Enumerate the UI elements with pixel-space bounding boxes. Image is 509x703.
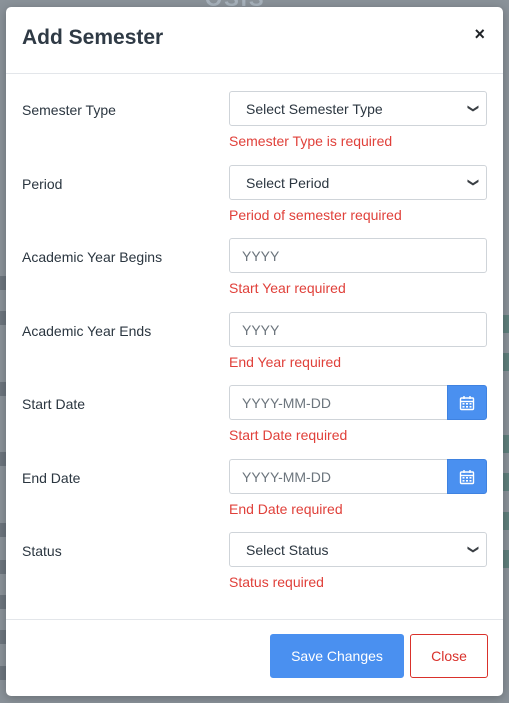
add-semester-modal: Add Semester × Semester Type Select Seme… — [6, 7, 503, 696]
status-label: Status — [22, 543, 62, 559]
academic-year-ends-placeholder: YYYY — [242, 321, 280, 338]
period-error: Period of semester required — [229, 207, 402, 223]
semester-type-error: Semester Type is required — [229, 133, 393, 149]
status-select-value: Select Status — [246, 541, 329, 558]
form-row-start-date: Start Date YYYY-MM-DD Start Date require… — [22, 385, 487, 451]
end-date-group: YYYY-MM-DD — [229, 459, 487, 494]
start-date-error: Start Date required — [229, 427, 348, 443]
academic-year-ends-input[interactable]: YYYY — [229, 312, 487, 347]
academic-year-begins-label: Academic Year Begins — [22, 249, 163, 265]
period-label: Period — [22, 176, 63, 192]
start-date-placeholder: YYYY-MM-DD — [242, 394, 331, 411]
modal-body: Semester Type Select Semester Type ❯ Sem… — [6, 74, 503, 620]
end-date-input[interactable]: YYYY-MM-DD — [229, 459, 447, 494]
end-date-calendar-button[interactable] — [447, 459, 487, 494]
start-date-calendar-button[interactable] — [447, 385, 487, 420]
calendar-icon — [459, 395, 475, 410]
academic-year-begins-error: Start Year required — [229, 280, 346, 296]
period-select-value: Select Period — [246, 174, 330, 191]
modal-header: Add Semester × — [6, 7, 503, 74]
form-row-academic-year-begins: Academic Year Begins YYYY Start Year req… — [22, 238, 487, 304]
end-date-label: End Date — [22, 470, 81, 486]
period-select[interactable]: Select Period ❯ — [229, 165, 487, 200]
modal-footer: Save Changes Close — [6, 620, 503, 697]
start-date-group: YYYY-MM-DD — [229, 385, 487, 420]
form-row-period: Period Select Period ❯ Period of semeste… — [22, 165, 487, 231]
start-date-input[interactable]: YYYY-MM-DD — [229, 385, 447, 420]
status-error: Status required — [229, 574, 324, 590]
academic-year-begins-input[interactable]: YYYY — [229, 238, 487, 273]
form-row-academic-year-ends: Academic Year Ends YYYY End Year require… — [22, 312, 487, 378]
academic-year-ends-error: End Year required — [229, 354, 342, 370]
start-date-label: Start Date — [22, 396, 86, 412]
form-row-semester-type: Semester Type Select Semester Type ❯ Sem… — [22, 91, 487, 157]
academic-year-begins-placeholder: YYYY — [242, 247, 280, 264]
modal-title: Add Semester — [22, 26, 164, 49]
form-row-status: Status Select Status ❯ Status required — [22, 532, 487, 598]
form-row-end-date: End Date YYYY-MM-DD End Date required — [22, 459, 487, 525]
close-button[interactable]: Close — [410, 634, 488, 678]
chevron-down-icon: ❯ — [466, 177, 479, 188]
academic-year-ends-label: Academic Year Ends — [22, 323, 152, 339]
semester-type-label: Semester Type — [22, 102, 116, 118]
status-select[interactable]: Select Status ❯ — [229, 532, 487, 567]
chevron-down-icon: ❯ — [466, 544, 479, 555]
chevron-down-icon: ❯ — [466, 103, 479, 114]
semester-type-select[interactable]: Select Semester Type ❯ — [229, 91, 487, 126]
end-date-placeholder: YYYY-MM-DD — [242, 468, 331, 485]
calendar-icon — [459, 469, 475, 484]
semester-type-select-value: Select Semester Type — [246, 100, 383, 117]
close-icon[interactable]: × — [474, 24, 485, 44]
save-changes-button[interactable]: Save Changes — [270, 634, 404, 678]
end-date-error: End Date required — [229, 501, 343, 517]
